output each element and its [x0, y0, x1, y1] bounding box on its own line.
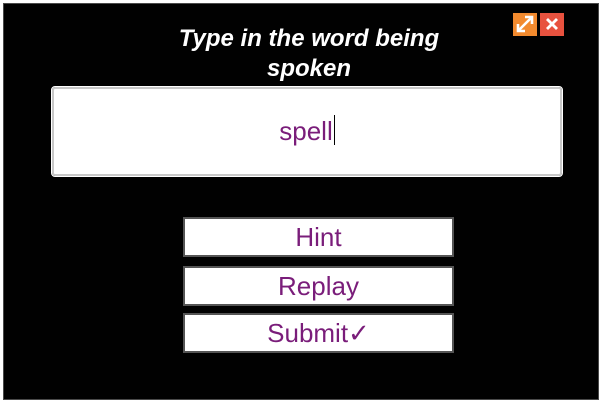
close-button[interactable]: [540, 13, 564, 36]
prompt-line-2: spoken: [266, 55, 352, 82]
answer-input[interactable]: spell: [51, 86, 563, 177]
expand-arrows-icon: [516, 15, 534, 33]
prompt-line-1: Type in the word being: [178, 25, 440, 52]
replay-button[interactable]: Replay: [183, 266, 454, 306]
close-x-icon: [546, 18, 558, 30]
hint-button[interactable]: Hint: [183, 217, 454, 257]
spelling-dialog: Type in the word being spoken spell Hint…: [3, 3, 599, 400]
expand-button[interactable]: [513, 13, 537, 36]
answer-value: spell: [279, 116, 333, 146]
answer-text-line: spell: [54, 115, 560, 147]
text-caret: [333, 115, 335, 145]
submit-button[interactable]: Submit✓: [183, 313, 454, 353]
prompt-title: Type in the word being spoken: [144, 24, 474, 84]
